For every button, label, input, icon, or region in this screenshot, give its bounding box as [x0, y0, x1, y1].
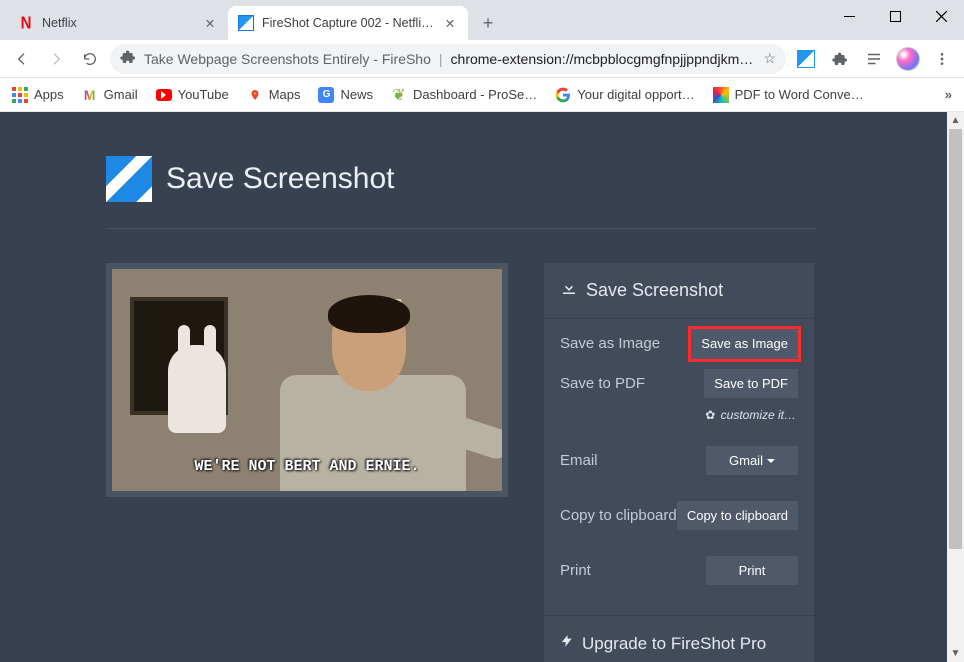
screenshot-preview[interactable]: WE'RE NOT BERT AND ERNIE.	[106, 263, 508, 497]
browser-toolbar: Take Webpage Screenshots Entirely - Fire…	[0, 40, 964, 78]
extension-icon	[120, 49, 136, 68]
bookmark-news[interactable]: G News	[318, 87, 373, 103]
fireshot-extension-button[interactable]	[792, 45, 820, 73]
save-panel: Save Screenshot Save as Image Save as Im…	[544, 263, 814, 662]
tab-close-button[interactable]: ✕	[442, 15, 458, 31]
new-tab-button[interactable]: +	[474, 9, 502, 37]
address-bar[interactable]: Take Webpage Screenshots Entirely - Fire…	[110, 44, 786, 74]
bookmark-label: Dashboard - ProSe…	[413, 87, 537, 102]
bookmarks-overflow-button[interactable]: »	[945, 87, 952, 102]
maps-icon	[247, 87, 263, 103]
apps-icon	[12, 87, 28, 103]
email-label: Email	[560, 452, 598, 469]
tab-netflix[interactable]: N Netflix ✕	[8, 6, 228, 40]
bookmark-apps[interactable]: Apps	[12, 87, 64, 103]
download-icon	[560, 279, 578, 302]
tab-title: FireShot Capture 002 - Netflix - v	[262, 16, 434, 30]
netflix-icon: N	[18, 15, 34, 31]
extension-name: Take Webpage Screenshots Entirely - Fire…	[144, 51, 431, 67]
tab-title: Netflix	[42, 16, 194, 30]
panel-title: Save Screenshot	[586, 280, 723, 301]
chrome-menu-button[interactable]	[928, 45, 956, 73]
bookmark-label: News	[340, 87, 373, 102]
proserve-icon: ❦	[391, 87, 407, 103]
reload-button[interactable]	[76, 45, 104, 73]
youtube-icon	[156, 87, 172, 103]
url-text: chrome-extension://mcbpblocgmgfnpjjppndj…	[451, 51, 756, 67]
chevron-down-icon	[767, 459, 775, 463]
save-image-label: Save as Image	[560, 335, 660, 352]
vertical-scrollbar[interactable]: ▲ ▼	[947, 112, 964, 662]
back-button[interactable]	[8, 45, 36, 73]
window-maximize-button[interactable]	[872, 0, 918, 32]
page-title: Save Screenshot	[166, 162, 394, 196]
bookmark-label: Gmail	[104, 87, 138, 102]
fireshot-logo-icon	[106, 156, 152, 202]
google-g-icon	[555, 87, 571, 103]
tab-fireshot[interactable]: FireShot Capture 002 - Netflix - v ✕	[228, 6, 468, 40]
bookmark-pdf[interactable]: PDF to Word Conve…	[713, 87, 864, 103]
scrollbar-thumb[interactable]	[949, 129, 962, 549]
clipboard-label: Copy to clipboard	[560, 507, 677, 524]
window-close-button[interactable]	[918, 0, 964, 32]
bookmark-gmail[interactable]: M Gmail	[82, 87, 138, 103]
save-as-image-button[interactable]: Save as Image	[691, 329, 798, 359]
forward-button[interactable]	[42, 45, 70, 73]
gear-icon: ✿	[705, 408, 715, 422]
print-label: Print	[560, 562, 591, 579]
bookmark-digital[interactable]: Your digital opport…	[555, 87, 694, 103]
bookmark-label: Maps	[269, 87, 301, 102]
screenshot-caption: WE'RE NOT BERT AND ERNIE.	[112, 458, 502, 475]
scroll-up-arrow[interactable]: ▲	[947, 112, 964, 129]
bookmarks-bar: Apps M Gmail YouTube Maps G News ❦ Dashb…	[0, 78, 964, 112]
fireshot-icon	[238, 15, 254, 31]
window-minimize-button[interactable]	[826, 0, 872, 32]
copy-to-clipboard-button[interactable]: Copy to clipboard	[677, 501, 798, 531]
page-content: Save Screenshot WE'RE NOT BERT	[0, 112, 947, 662]
tab-strip: N Netflix ✕ FireShot Capture 002 - Netfl…	[0, 0, 964, 40]
upgrade-link[interactable]: Upgrade to FireShot Pro	[544, 615, 814, 662]
email-gmail-button[interactable]: Gmail	[706, 446, 798, 475]
bookmark-label: YouTube	[178, 87, 229, 102]
bookmark-youtube[interactable]: YouTube	[156, 87, 229, 103]
tab-close-button[interactable]: ✕	[202, 15, 218, 31]
pdf-icon	[713, 87, 729, 103]
news-icon: G	[318, 87, 334, 103]
bookmark-star-icon[interactable]: ☆	[763, 50, 776, 67]
save-to-pdf-button[interactable]: Save to PDF	[704, 369, 798, 398]
bookmark-label: Apps	[34, 87, 64, 102]
separator: |	[439, 51, 443, 67]
save-pdf-label: Save to PDF	[560, 375, 645, 392]
upgrade-text: Upgrade to FireShot Pro	[582, 634, 766, 654]
bookmark-maps[interactable]: Maps	[247, 87, 301, 103]
print-button[interactable]: Print	[706, 556, 798, 585]
scroll-down-arrow[interactable]: ▼	[947, 645, 964, 662]
profile-avatar[interactable]	[894, 45, 922, 73]
lightning-icon	[560, 632, 574, 655]
bookmark-dashboard[interactable]: ❦ Dashboard - ProSe…	[391, 87, 537, 103]
gmail-icon: M	[82, 87, 98, 103]
customize-link[interactable]: ✿ customize it…	[560, 408, 798, 446]
bookmark-label: Your digital opport…	[577, 87, 694, 102]
bookmark-label: PDF to Word Conve…	[735, 87, 864, 102]
extensions-button[interactable]	[826, 45, 854, 73]
reading-list-button[interactable]	[860, 45, 888, 73]
